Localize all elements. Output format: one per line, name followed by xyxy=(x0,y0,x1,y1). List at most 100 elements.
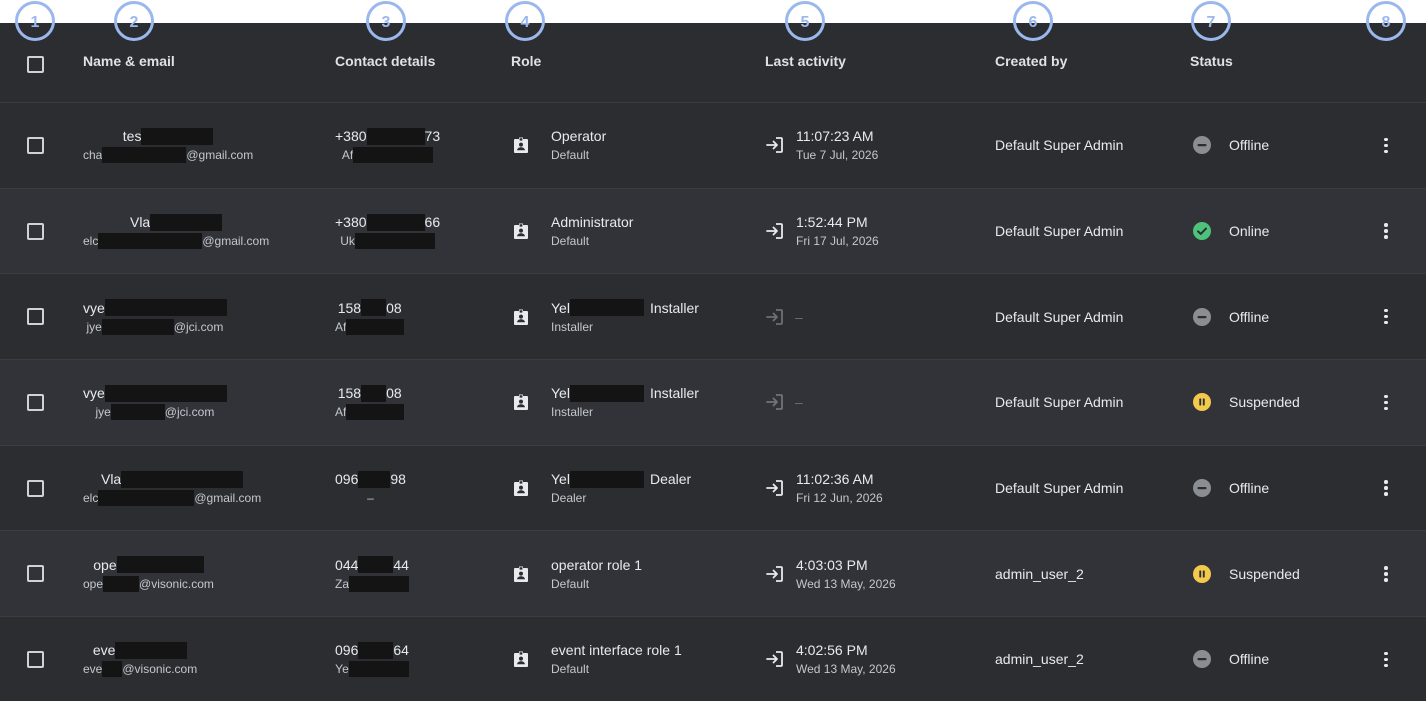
role-name: Yel xyxy=(551,471,570,488)
redaction-bar xyxy=(103,575,140,592)
contact-cell: 096 64 Ye xyxy=(335,617,409,701)
row-checkbox[interactable] xyxy=(27,650,44,668)
row-checkbox[interactable] xyxy=(27,222,44,240)
status-cell: Offline xyxy=(1193,446,1269,531)
row-menu-button[interactable] xyxy=(1384,189,1388,274)
role-name: Yel xyxy=(551,299,570,316)
select-all-checkbox[interactable] xyxy=(27,55,44,73)
header-last-activity[interactable]: Last activity xyxy=(765,53,846,69)
status-cell: Suspended xyxy=(1193,360,1300,445)
last-activity-cell: 11:02:36 AM Fri 12 Jun, 2026 xyxy=(765,446,883,531)
contact-cell: 044 44 Za xyxy=(335,531,410,616)
email-domain: @gmail.com xyxy=(186,148,254,163)
row-menu-button[interactable] xyxy=(1384,360,1388,445)
phone-number: 096 xyxy=(335,642,359,659)
activity-date: Tue 7 Jul, 2026 xyxy=(796,148,879,163)
header-created-by[interactable]: Created by xyxy=(995,53,1067,69)
row-checkbox[interactable] xyxy=(27,308,44,326)
login-icon xyxy=(766,137,783,154)
more-vertical-icon[interactable] xyxy=(1384,137,1388,154)
name-email-cell: tes cha @gmail.com xyxy=(83,103,253,188)
activity-date: Fri 12 Jun, 2026 xyxy=(796,491,883,506)
row-menu-button[interactable] xyxy=(1384,274,1388,359)
status-label: Offline xyxy=(1229,480,1270,497)
header-role[interactable]: Role xyxy=(511,53,541,69)
row-checkbox[interactable] xyxy=(27,393,44,411)
status-label: Suspended xyxy=(1229,565,1300,582)
table-row[interactable]: eve eve @visonic.com 096 64 Ye event inter… xyxy=(0,617,1426,701)
redaction-bar xyxy=(98,490,195,507)
user-name: ope xyxy=(93,556,117,573)
table-row[interactable]: ope ope @visonic.com 044 44 Za operator ro… xyxy=(0,531,1426,618)
row-checkbox[interactable] xyxy=(27,136,44,154)
redaction-bar xyxy=(366,213,425,231)
name-email-cell: eve eve @visonic.com xyxy=(83,617,197,701)
login-icon xyxy=(766,308,783,325)
created-by-cell: Default Super Admin xyxy=(995,446,1123,531)
status-cell: Online xyxy=(1193,189,1269,274)
redaction-bar xyxy=(101,318,174,335)
redaction-bar xyxy=(121,470,244,488)
redaction-bar xyxy=(141,127,214,145)
annotation-badge-5: 5 xyxy=(785,1,825,41)
redaction-bar xyxy=(569,470,644,488)
activity-time: 1:52:44 PM xyxy=(796,214,868,231)
annotation-badge-8: 8 xyxy=(1366,1,1406,41)
redaction-bar xyxy=(361,384,387,402)
more-vertical-icon[interactable] xyxy=(1384,480,1388,496)
header-status[interactable]: Status xyxy=(1190,53,1233,69)
table-row[interactable]: tes cha @gmail.com +380 73 Af Operator Def… xyxy=(0,103,1426,189)
login-icon xyxy=(766,565,783,582)
email-domain: @visonic.com xyxy=(139,576,214,591)
redaction-bar xyxy=(104,384,227,402)
redaction-bar xyxy=(349,575,410,592)
row-menu-button[interactable] xyxy=(1384,446,1388,531)
more-vertical-icon[interactable] xyxy=(1384,651,1388,668)
phone-number: +380 xyxy=(335,128,367,145)
created-by-cell: admin_user_2 xyxy=(995,531,1084,616)
created-by-cell: Default Super Admin xyxy=(995,360,1123,445)
phone-number-end: 08 xyxy=(386,299,402,316)
name-email-cell: vye jye @jci.com xyxy=(83,360,227,445)
role-type: Dealer xyxy=(551,491,587,506)
role-cell: Yel Installer Installer xyxy=(513,360,699,445)
last-activity-cell: – xyxy=(765,360,803,445)
role-name: Yel xyxy=(551,385,570,402)
header-name-email[interactable]: Name & email xyxy=(83,53,175,69)
row-checkbox[interactable] xyxy=(27,479,44,497)
role-cell: event interface role 1 Default xyxy=(513,617,682,701)
table-row[interactable]: vye jye @jci.com 158 08 Af Yel Installer In… xyxy=(0,274,1426,361)
annotation-badge-4: 4 xyxy=(505,1,545,41)
role-type: Default xyxy=(551,576,590,591)
redaction-bar xyxy=(116,556,204,574)
phone-number-end: 98 xyxy=(390,471,406,488)
user-name: Vla xyxy=(100,471,122,488)
header-contact-details[interactable]: Contact details xyxy=(335,53,435,69)
contact-cell: +380 66 Uk xyxy=(335,189,440,274)
more-vertical-icon[interactable] xyxy=(1384,394,1388,411)
more-vertical-icon[interactable] xyxy=(1384,223,1388,239)
user-email: jye xyxy=(86,319,102,334)
login-icon xyxy=(766,651,783,668)
row-menu-button[interactable] xyxy=(1384,617,1388,701)
redaction-bar xyxy=(358,470,391,488)
redaction-bar xyxy=(150,213,223,231)
check-circle-icon xyxy=(1193,222,1211,241)
row-menu-button[interactable] xyxy=(1384,103,1388,188)
badge-icon xyxy=(514,309,528,325)
row-menu-button[interactable] xyxy=(1384,531,1388,616)
role-name-suffix: Dealer xyxy=(649,471,692,488)
more-vertical-icon[interactable] xyxy=(1384,566,1388,582)
table-row[interactable]: Vla elc @gmail.com +380 66 Uk Administrato… xyxy=(0,188,1426,275)
more-vertical-icon[interactable] xyxy=(1384,308,1388,325)
table-row[interactable]: vye jye @jci.com 158 08 Af Yel Installer In… xyxy=(0,360,1426,446)
user-name: vye xyxy=(83,385,105,402)
table-row[interactable]: Vla elc @gmail.com 096 98 – Yel Dealer Deal… xyxy=(0,445,1426,532)
role-type: Installer xyxy=(551,405,594,420)
phone-number: 158 xyxy=(337,299,362,316)
role-name-suffix: Installer xyxy=(649,299,699,316)
no-activity-dash: – xyxy=(795,394,803,411)
user-name: Vla xyxy=(129,214,151,231)
row-checkbox[interactable] xyxy=(27,565,44,583)
activity-time: 4:03:03 PM xyxy=(796,556,868,573)
